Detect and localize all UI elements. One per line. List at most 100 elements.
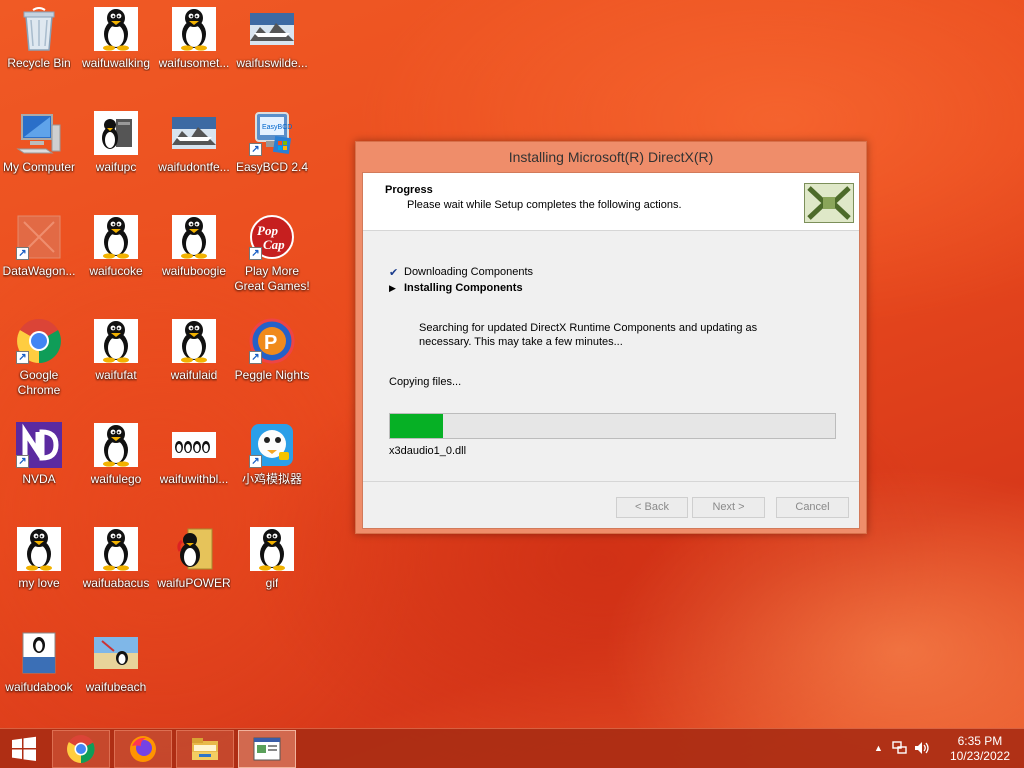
popcap-icon: Pop Cap ↗ [249,214,295,260]
tux-icon [93,214,139,260]
desktop-icon-my-love[interactable]: my love [0,526,78,591]
tux-icon [249,526,295,572]
desktop-icon-waifudabook[interactable]: waifudabook [0,630,78,695]
desktop-icon-waifubeach[interactable]: waifubeach [77,630,155,695]
cancel-button[interactable]: Cancel [776,497,849,518]
show-hidden-icons-icon[interactable]: ▲ [874,743,883,753]
directx-logo-icon [804,183,854,223]
desktop-icon-label: waifulaid [170,368,218,382]
desktop-icon-小鸡模拟器[interactable]: ↗ 小鸡模拟器 [233,422,311,487]
desktop-icon-label: gif [265,576,279,590]
desktop-icon-google-chrome[interactable]: ↗ Google Chrome [0,318,78,398]
progress-fill [390,414,444,438]
dialog-content: Progress Please wait while Setup complet… [362,172,860,529]
desktop-icon-easybcd-2-4[interactable]: EasyBCD ↗ EasyBCD 2.4 [233,110,311,175]
image-icon [171,110,217,156]
divider [363,481,859,482]
desktop-icon-waifupc[interactable]: waifupc [77,110,155,175]
window-title: Installing Microsoft(R) DirectX(R) [508,149,714,165]
desktop-icon-waifucoke[interactable]: waifucoke [77,214,155,279]
datawagon-icon: ↗ [16,214,62,260]
desktop-icon-peggle-nights[interactable]: P ↗ Peggle Nights [233,318,311,383]
desktop-icon-label: waifuswilde... [236,56,308,70]
shortcut-arrow-icon: ↗ [249,351,262,364]
taskbar-chrome-icon[interactable] [52,730,110,768]
desktop-icon-waifuwalking[interactable]: waifuwalking [77,6,155,71]
shortcut-arrow-icon: ↗ [16,247,29,260]
progress-bar [389,413,836,439]
desktop-icon-gif[interactable]: gif [233,526,311,591]
clock-date: 10/23/2022 [949,749,1010,763]
taskbar-firefox-icon[interactable] [114,730,172,768]
desktop-icon-waifufat[interactable]: waifufat [77,318,155,383]
image-icon [249,6,295,52]
desktop-icon-waifuabacus[interactable]: waifuabacus [77,526,155,591]
desktop-icon-label: waifuPOWER [157,576,231,590]
arrow-right-icon: ▶ [389,282,396,293]
step-label: Downloading Components [404,266,534,278]
tux-icon [171,214,217,260]
desktop-icon-label: Google Chrome [17,368,61,397]
desktop-icon-waifupower[interactable]: waifuPOWER [155,526,233,591]
desktop-icon-waifulego[interactable]: waifulego [77,422,155,487]
tux-icon [93,6,139,52]
desktop-icon-waifuboogie[interactable]: waifuboogie [155,214,233,279]
desktop-icon-play-more-great-games[interactable]: Pop Cap ↗ Play More Great Games! [233,214,311,294]
clock[interactable]: 6:35 PM 10/23/2022 [950,734,1010,764]
step-downloading: ✔ Downloading Components [389,264,533,280]
network-icon[interactable] [892,741,908,758]
taskbar: ▲ 6:35 PM 10/23/2022 [0,728,1024,768]
directx-setup-window[interactable]: Installing Microsoft(R) DirectX(R) Progr… [355,141,867,534]
desktop-icon-datawagon[interactable]: ↗ DataWagon... [0,214,78,279]
tux-group-icon [171,422,217,468]
desktop-icon-label: waifubeach [85,680,147,694]
desktop-icon-label: waifuabacus [82,576,150,590]
status-text: Copying files... [389,376,462,388]
description-text: Searching for updated DirectX Runtime Co… [419,322,758,348]
tux-icon [171,318,217,364]
desktop-icon-waifuwithbl[interactable]: waifuwithbl... [155,422,233,487]
desktop-icon-label: waifufat [95,368,137,382]
shortcut-arrow-icon: ↗ [16,351,29,364]
desktop-icon-label: DataWagon... [2,264,76,278]
clock-time: 6:35 PM [957,734,1003,748]
computer-icon [16,110,62,156]
peggle-icon: P ↗ [249,318,295,364]
desktop-icon-my-computer[interactable]: My Computer [0,110,78,175]
next-button[interactable]: Next > [692,497,765,518]
svg-text:P: P [264,332,277,354]
desktop-icon-waifulaid[interactable]: waifulaid [155,318,233,383]
svg-text:Pop: Pop [257,223,278,238]
back-button[interactable]: < Back [616,497,688,518]
desktop-icon-label: Recycle Bin [7,56,71,70]
shortcut-arrow-icon: ↗ [249,143,262,156]
desktop-icon-label: waifuwalking [81,56,151,70]
system-tray: ▲ 6:35 PM 10/23/2022 [864,729,1024,768]
checkmark-icon: ✔ [389,266,399,279]
desktop-icon-label: Peggle Nights [234,368,310,382]
recycle-bin-icon [16,6,62,52]
current-file: x3daudio1_0.dll [389,445,467,457]
tux-icon [171,6,217,52]
windows-start-icon[interactable] [0,729,48,768]
desktop-icon-label: waifupc [95,160,137,174]
taskbar-directx-setup-icon[interactable] [238,730,296,768]
desktop-icon-label: 小鸡模拟器 [241,472,302,486]
desktop-icon-label: NVDA [22,472,56,486]
tux-beach-icon [93,630,139,676]
desktop-icon-label: waifulego [90,472,142,486]
desktop-icon-recycle-bin[interactable]: Recycle Bin [0,6,78,71]
tux-icon [16,526,62,572]
desktop-icon-label: waifusomet... [158,56,230,70]
linux-powered-icon [171,526,217,572]
desktop-icon-waifusomet[interactable]: waifusomet... [155,6,233,71]
desktop-icon-waifuswilde[interactable]: waifuswilde... [233,6,311,71]
desktop-icon-waifudontfe[interactable]: waifudontfe... [155,110,233,175]
emulator-icon: ↗ [249,422,295,468]
desktop-icon-label: EasyBCD 2.4 [235,160,309,174]
desktop-icon-nvda[interactable]: ↗ NVDA [0,422,78,487]
nvda-icon: ↗ [16,422,62,468]
taskbar-file-explorer-icon[interactable] [176,730,234,768]
tux-icon [93,422,139,468]
volume-icon[interactable] [914,741,930,758]
